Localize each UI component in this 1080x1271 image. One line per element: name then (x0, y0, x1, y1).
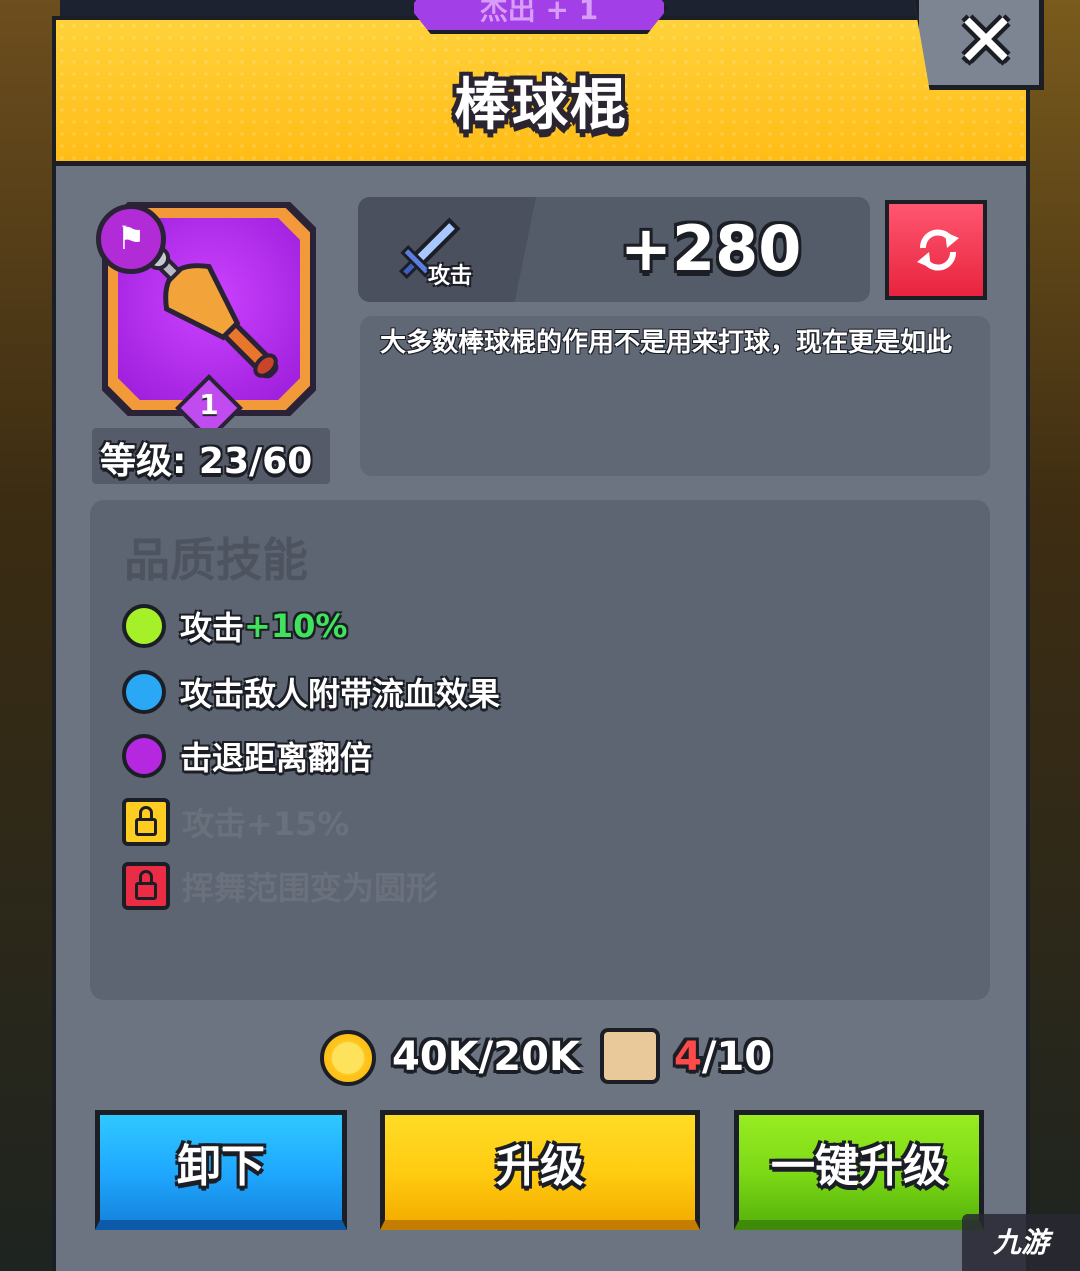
yellow-lock-icon (122, 798, 170, 846)
site-logo: 九游 (962, 1214, 1080, 1271)
upgrade-label: 升级 (496, 1141, 584, 1192)
skill-text: 攻击 (180, 609, 245, 647)
description-text: 大多数棒球棍的作用不是用来打球，现在更是如此 (380, 328, 953, 358)
skill-row: 击退距离翻倍 (122, 732, 372, 780)
scroll-required: /10 (701, 1034, 773, 1080)
skill-row: 攻击 +10% (122, 602, 347, 650)
upgrade-button[interactable]: 升级 (380, 1110, 700, 1230)
unequip-button[interactable]: 卸下 (95, 1110, 347, 1230)
stat-value: +280 (620, 212, 802, 285)
close-icon: ✕ (955, 0, 1018, 84)
skills-title: 品质技能 (124, 533, 308, 587)
item-name-title: 棒球棍 (454, 73, 628, 138)
green-dot-icon (122, 604, 166, 648)
skill-row-locked: 挥舞范围变为圆形 (122, 862, 438, 910)
coin-cost: 40K/20K (392, 1034, 580, 1080)
refresh-icon (917, 229, 959, 271)
skill-row: 攻击敌人附带流血效果 (122, 668, 500, 716)
red-lock-icon (122, 862, 170, 910)
weapon-type-icon: ⚑ (96, 204, 166, 274)
skill-text: 击退距离翻倍 (180, 739, 373, 777)
rarity-tag: 杰出 + 1 (410, 0, 668, 34)
upgrade-all-label: 一键升级 (771, 1141, 947, 1192)
scroll-current: 4 (674, 1034, 702, 1080)
skill-bonus: +10% (244, 607, 348, 645)
stat-label: 攻击 (428, 264, 473, 289)
close-button[interactable]: ✕ (914, 0, 1044, 90)
star-count: 1 (199, 388, 219, 421)
unequip-label: 卸下 (177, 1141, 265, 1192)
scroll-cost: 4/10 (674, 1034, 772, 1080)
blueprint-scroll-icon (600, 1028, 660, 1084)
upgrade-all-button[interactable]: 一键升级 (734, 1110, 984, 1230)
skill-text: 攻击敌人附带流血效果 (180, 675, 501, 713)
coin-icon (320, 1030, 376, 1086)
skill-locked-text: 攻击+15% (182, 805, 350, 843)
blue-dot-icon (122, 670, 166, 714)
purple-dot-icon (122, 734, 166, 778)
refresh-button[interactable] (885, 200, 987, 300)
panel-header: 棒球棍 (56, 20, 1026, 166)
background-left (0, 0, 60, 1271)
skill-row-locked: 攻击+15% (122, 798, 349, 846)
skill-locked-text: 挥舞范围变为圆形 (182, 869, 439, 907)
level-text: 等级: 23/60 (100, 441, 313, 482)
